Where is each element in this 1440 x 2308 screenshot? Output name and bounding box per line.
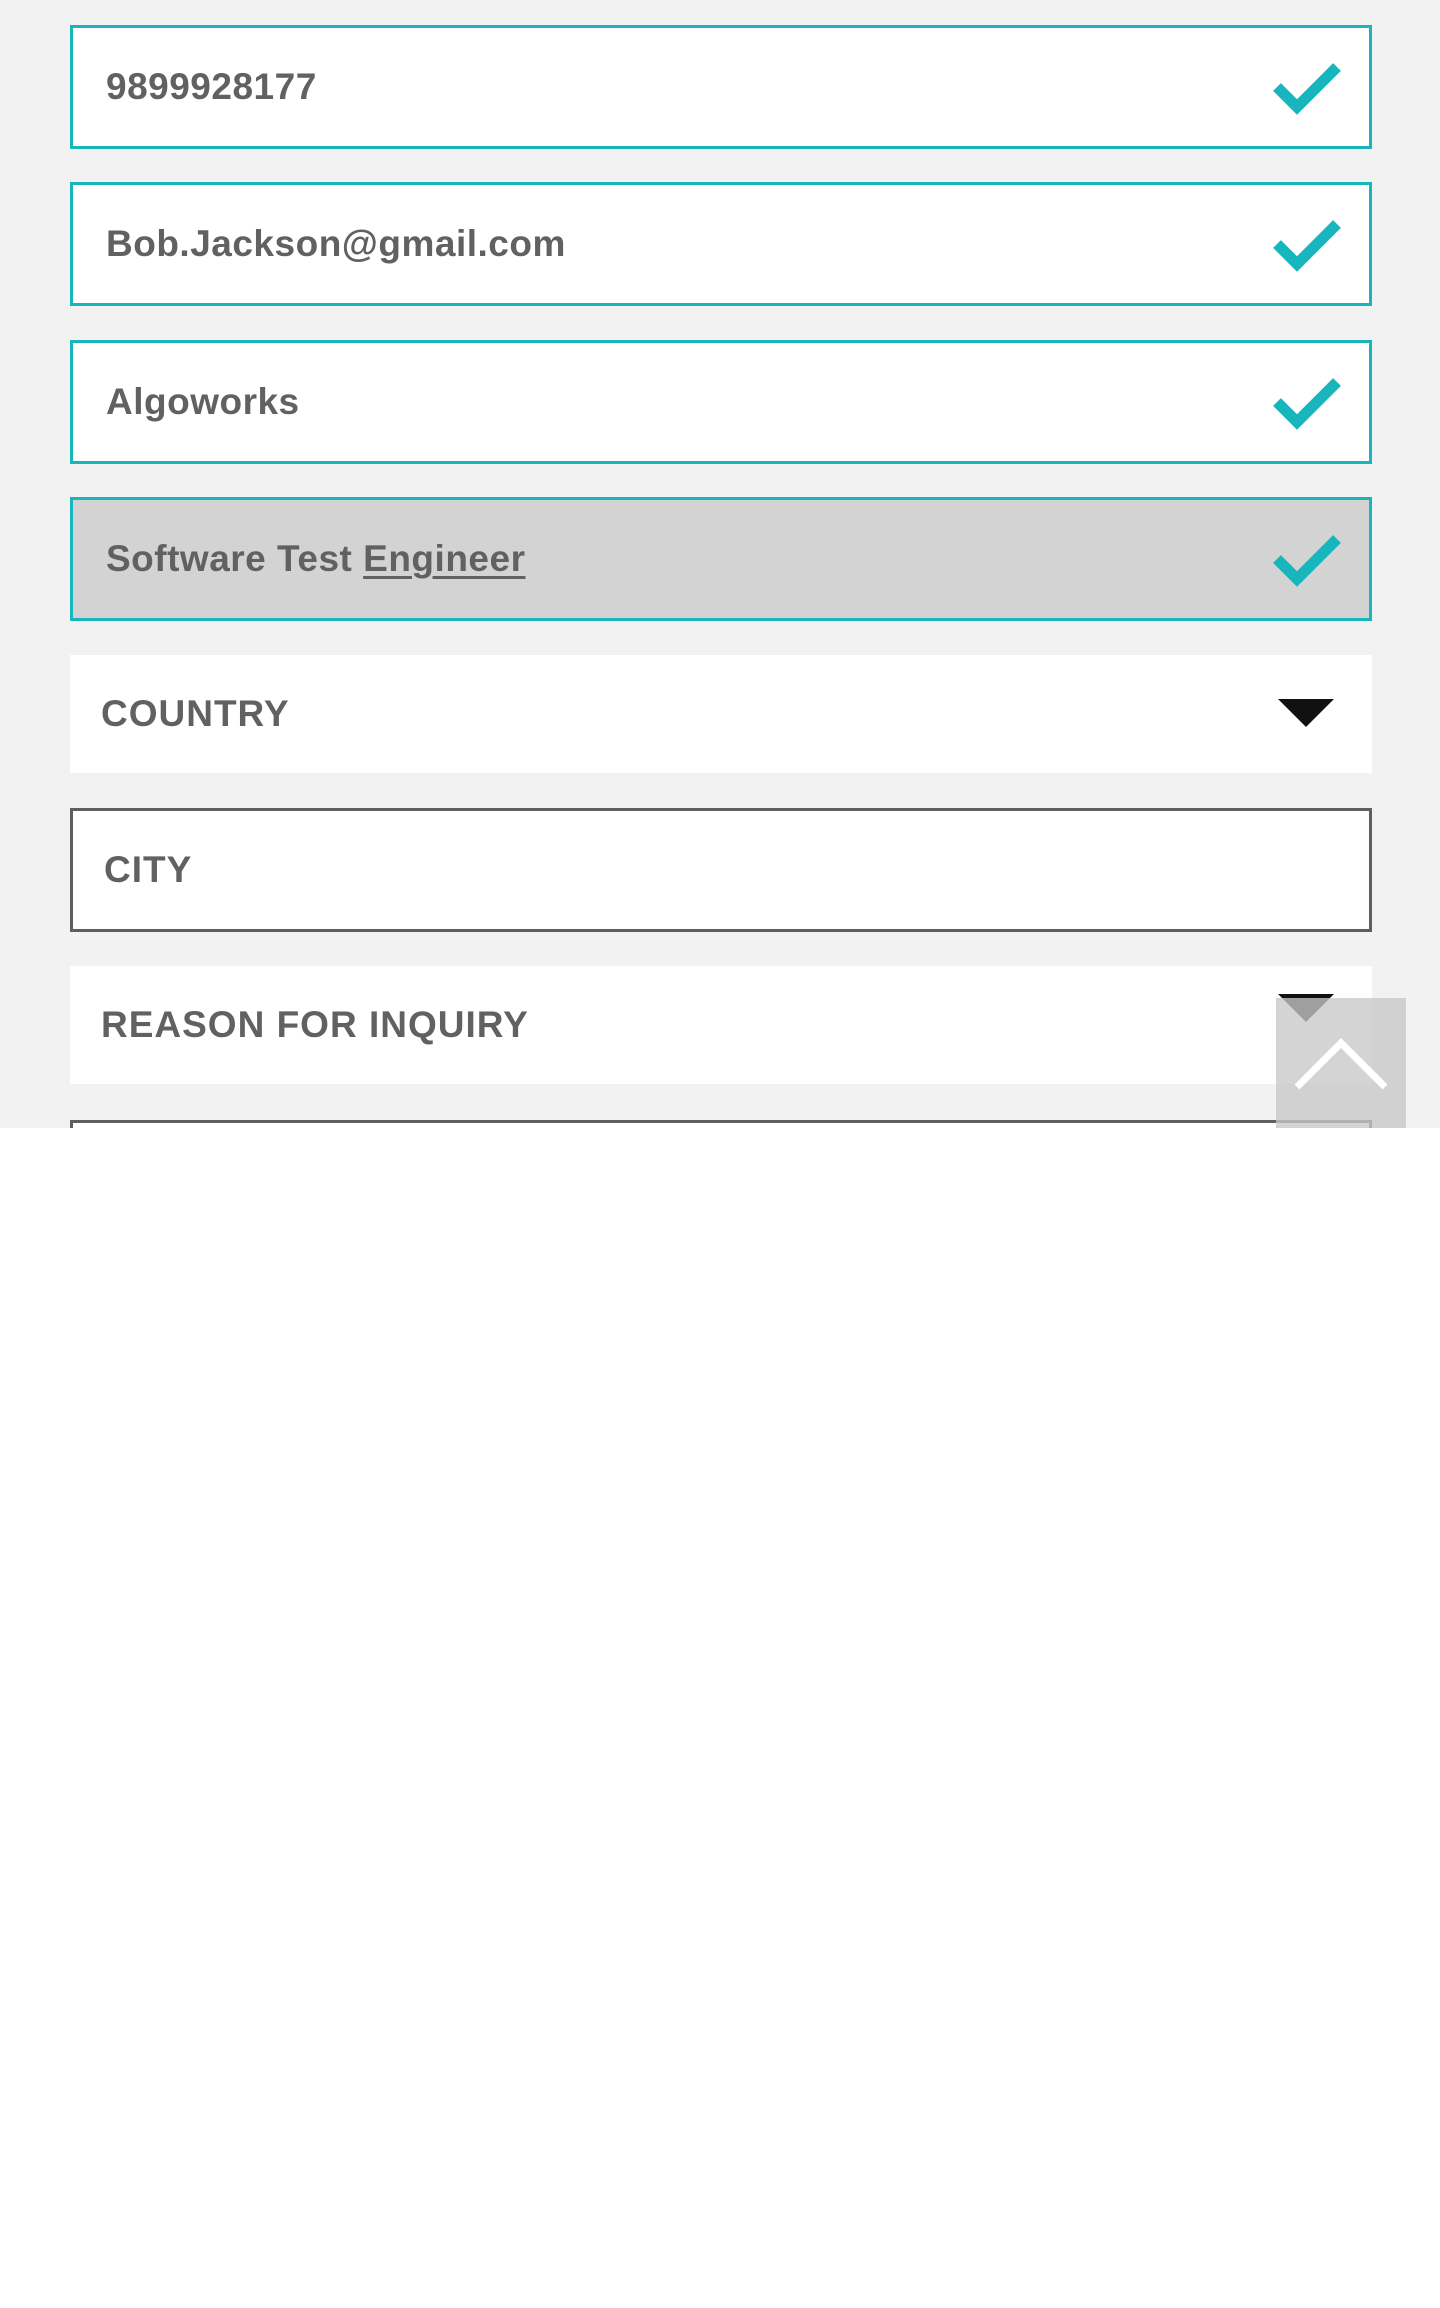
city-placeholder: CITY — [104, 849, 193, 890]
check-icon — [1273, 535, 1341, 587]
job-title-prefix: Software Test — [106, 538, 364, 579]
country-select[interactable]: COUNTRY — [70, 655, 1372, 773]
form-viewport: 9899928177 Bob.Jackson@gmail.com Algowor… — [0, 0, 1440, 1128]
email-field[interactable]: Bob.Jackson@gmail.com — [70, 182, 1372, 306]
caret-down-icon — [1278, 699, 1334, 727]
reason-for-inquiry-select[interactable]: REASON FOR INQUIRY — [70, 966, 1372, 1084]
next-field[interactable] — [70, 1120, 1372, 1128]
email-value: Bob.Jackson@gmail.com — [106, 223, 566, 264]
scroll-to-top-button[interactable] — [1276, 998, 1406, 1128]
job-title-value: Software Test Engineer — [73, 538, 525, 580]
job-title-field[interactable]: Software Test Engineer — [70, 497, 1372, 621]
chevron-up-icon — [1294, 1038, 1388, 1090]
phone-value: 9899928177 — [106, 66, 317, 107]
check-icon — [1273, 378, 1341, 430]
company-value: Algoworks — [106, 381, 300, 422]
city-input[interactable]: CITY — [70, 808, 1372, 932]
phone-field[interactable]: 9899928177 — [70, 25, 1372, 149]
reason-placeholder: REASON FOR INQUIRY — [101, 1004, 529, 1045]
check-icon — [1273, 63, 1341, 115]
check-icon — [1273, 220, 1341, 272]
job-title-spellcheck-word[interactable]: Engineer — [363, 538, 525, 579]
country-placeholder: COUNTRY — [101, 693, 290, 734]
company-field[interactable]: Algoworks — [70, 340, 1372, 464]
